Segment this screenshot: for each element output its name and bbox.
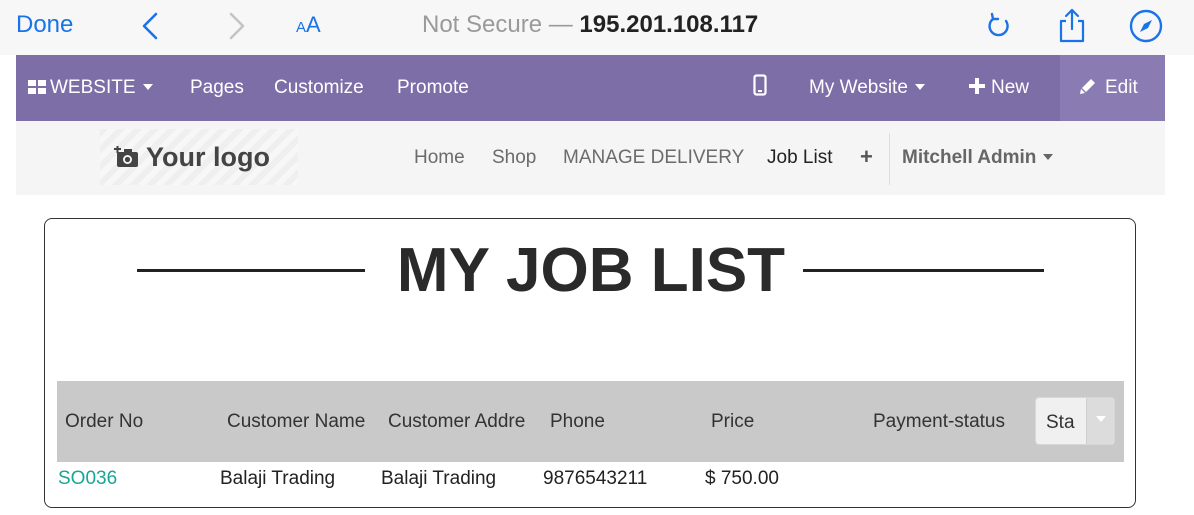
- table-header: Order No Customer Name Customer Addre Ph…: [57, 381, 1124, 462]
- caret-down-icon: [142, 84, 153, 90]
- promote-menu-button[interactable]: Promote: [397, 77, 469, 99]
- page-title: MY JOB LIST: [396, 236, 786, 305]
- website-menu-button[interactable]: WEBSITE: [28, 77, 153, 99]
- chevron-down-icon: [1096, 416, 1106, 422]
- mobile-preview-icon[interactable]: [753, 74, 767, 96]
- order-no-link[interactable]: SO036: [58, 468, 117, 490]
- share-icon[interactable]: [1053, 7, 1091, 45]
- add-menu-item-button[interactable]: +: [860, 144, 873, 170]
- menu-item-manage-delivery[interactable]: MANAGE DELIVERY: [563, 147, 744, 169]
- chevron-right-icon[interactable]: [225, 8, 249, 44]
- column-header-customer-name: Customer Name: [227, 411, 366, 432]
- menu-divider: [889, 133, 890, 185]
- camera-icon: [114, 146, 138, 167]
- chevron-left-icon[interactable]: [138, 8, 162, 44]
- menu-item-home[interactable]: Home: [414, 147, 465, 169]
- pages-menu-button[interactable]: Pages: [190, 77, 244, 99]
- site-header: Your logo Home Shop MANAGE DELIVERY Job …: [16, 121, 1165, 195]
- text-size-big-label: A: [306, 12, 321, 37]
- text-size-small-label: A: [296, 19, 307, 36]
- my-website-label: My Website: [809, 77, 908, 98]
- job-list-card: MY JOB LIST Order No Customer Name Custo…: [44, 218, 1136, 508]
- pencil-icon: [1080, 79, 1095, 94]
- security-label: Not Secure —: [422, 11, 580, 38]
- my-website-dropdown[interactable]: My Website: [809, 77, 925, 99]
- column-header-order-no: Order No: [65, 411, 144, 432]
- address-bar[interactable]: Not Secure — 195.201.108.117: [422, 11, 758, 39]
- user-name: Mitchell Admin: [902, 147, 1037, 168]
- column-header-payment-status: Payment-status: [873, 411, 1005, 432]
- logo-text: Your logo: [146, 142, 270, 172]
- edit-button[interactable]: Edit: [1079, 77, 1138, 99]
- browser-toolbar: Done AA Not Secure — 195.201.108.117: [0, 0, 1194, 55]
- grid-icon: [28, 80, 46, 94]
- edit-label: Edit: [1105, 77, 1138, 98]
- menu-item-shop[interactable]: Shop: [492, 147, 536, 169]
- site-logo[interactable]: Your logo: [114, 142, 270, 173]
- url-host: 195.201.108.117: [579, 11, 759, 38]
- compass-icon[interactable]: [1127, 7, 1165, 45]
- customer-address-cell: Balaji Trading: [381, 468, 497, 489]
- user-menu-dropdown[interactable]: Mitchell Admin: [902, 147, 1054, 169]
- customer-name-cell: Balaji Trading: [220, 468, 336, 489]
- plus-icon: [969, 78, 985, 94]
- phone-cell: 9876543211: [543, 468, 648, 489]
- caret-down-icon: [1043, 154, 1054, 160]
- price-cell: $ 750.00: [705, 468, 779, 489]
- new-button[interactable]: New: [969, 77, 1029, 99]
- column-header-customer-address: Customer Addre: [388, 411, 526, 432]
- reload-icon[interactable]: [980, 7, 1018, 45]
- column-header-phone: Phone: [550, 411, 605, 432]
- website-menu-label: WEBSITE: [50, 77, 136, 98]
- customize-menu-button[interactable]: Customize: [274, 77, 364, 99]
- new-label: New: [991, 77, 1030, 98]
- done-button[interactable]: Done: [16, 11, 73, 39]
- status-filter-select[interactable]: Sta: [1035, 397, 1115, 445]
- status-filter-value: Sta: [1046, 412, 1075, 433]
- select-arrow: [1086, 398, 1114, 444]
- menu-item-job-list[interactable]: Job List: [767, 147, 832, 169]
- caret-down-icon: [914, 84, 925, 90]
- website-editor-bar: WEBSITE Pages Customize Promote My Websi…: [16, 55, 1165, 121]
- column-header-price: Price: [711, 411, 755, 432]
- text-size-button[interactable]: AA: [296, 12, 321, 38]
